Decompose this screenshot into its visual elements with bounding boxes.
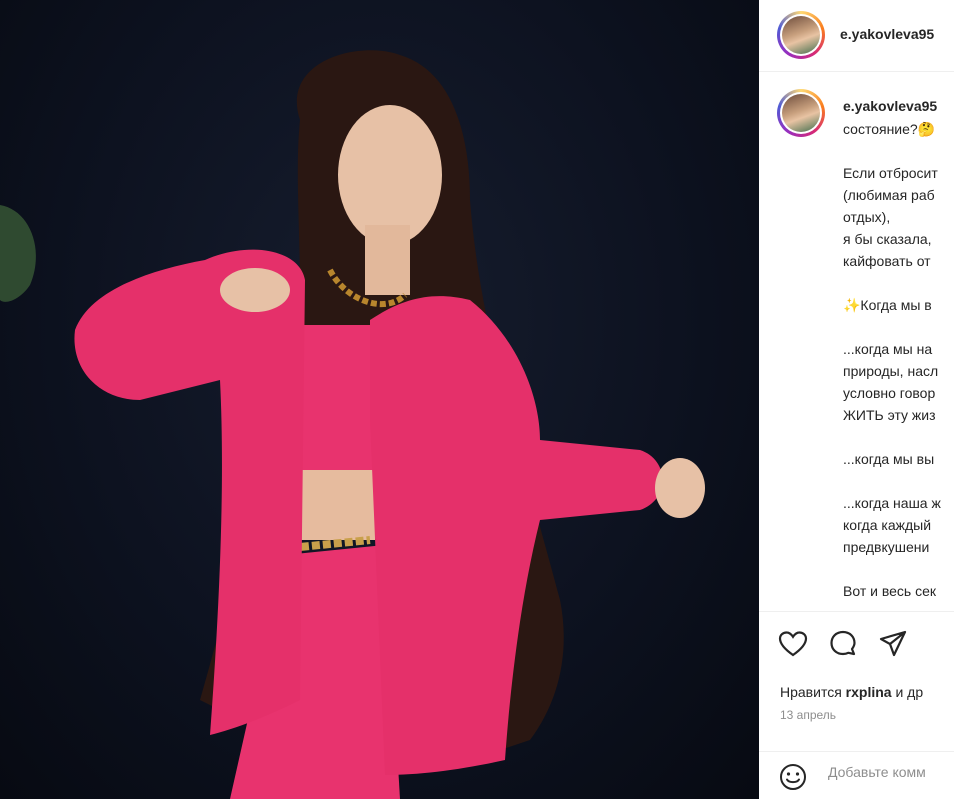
face	[338, 105, 442, 245]
caption-line: когда каждый	[843, 517, 932, 533]
smiley-icon[interactable]	[778, 762, 808, 792]
likes-prefix: Нравится	[780, 684, 846, 700]
caption-avatar[interactable]	[777, 89, 825, 137]
likes-summary: Нравится rxplina и др	[780, 684, 923, 700]
caption-text: состояние?🤔 Если отбросит (любимая раб отды…	[843, 118, 954, 602]
midriff	[295, 470, 375, 540]
caption-gap	[843, 558, 954, 580]
caption-gap	[843, 272, 954, 294]
photo-illustration	[0, 50, 705, 799]
likes-user[interactable]: rxplina	[846, 684, 892, 700]
comment-bar	[759, 751, 954, 799]
heart-icon[interactable]	[777, 628, 809, 660]
caption-line: природы, насл	[843, 363, 939, 379]
crop-top	[295, 325, 375, 470]
jacket-left	[74, 249, 305, 735]
author-username[interactable]: e.yakovleva95	[840, 26, 934, 42]
caption-gap	[843, 470, 954, 492]
caption-line: предвкушени	[843, 539, 930, 555]
belt-chain	[289, 536, 371, 552]
left-hand	[220, 268, 290, 312]
send-icon[interactable]	[877, 628, 909, 660]
post-actions: Нравится rxplina и др 13 апрель	[759, 611, 954, 799]
caption-line: ✨Когда мы в	[843, 297, 932, 313]
plant-leaf	[0, 205, 36, 302]
post-header: e.yakovleva95	[759, 0, 954, 72]
caption-area: e.yakovleva95 состояние?🤔 Если отбросит (л…	[759, 73, 954, 611]
comment-icon[interactable]	[827, 628, 859, 660]
caption-line: Вот и весь сек	[843, 583, 936, 599]
caption-line: отдых),	[843, 209, 891, 225]
post-photo[interactable]	[0, 0, 759, 799]
caption-line: (любимая раб	[843, 187, 935, 203]
author-avatar[interactable]	[777, 11, 825, 59]
caption-gap	[843, 316, 954, 338]
caption-line: ...когда мы на	[843, 341, 933, 357]
caption-line: состояние?🤔	[843, 121, 936, 137]
caption-line: условно говор	[843, 385, 936, 401]
post-date[interactable]: 13 апрель	[780, 708, 836, 722]
neck	[365, 225, 410, 295]
likes-suffix[interactable]: и др	[892, 684, 923, 700]
caption-line: Если отбросит	[843, 165, 938, 181]
right-hand	[655, 458, 705, 518]
caption-gap	[843, 140, 954, 162]
caption-gap	[843, 426, 954, 448]
caption-line: ЖИТЬ эту жиз	[843, 407, 936, 423]
post-side-panel: e.yakovleva95 e.yakovleva95 состояние?🤔 Е…	[759, 0, 954, 799]
caption-username[interactable]: e.yakovleva95	[843, 98, 937, 114]
caption-line: ...когда наша ж	[843, 495, 941, 511]
caption-line: кайфовать от	[843, 253, 931, 269]
caption-line: ...когда мы вы	[843, 451, 935, 467]
comment-input[interactable]	[828, 764, 954, 780]
caption-line: я бы сказала,	[843, 231, 932, 247]
